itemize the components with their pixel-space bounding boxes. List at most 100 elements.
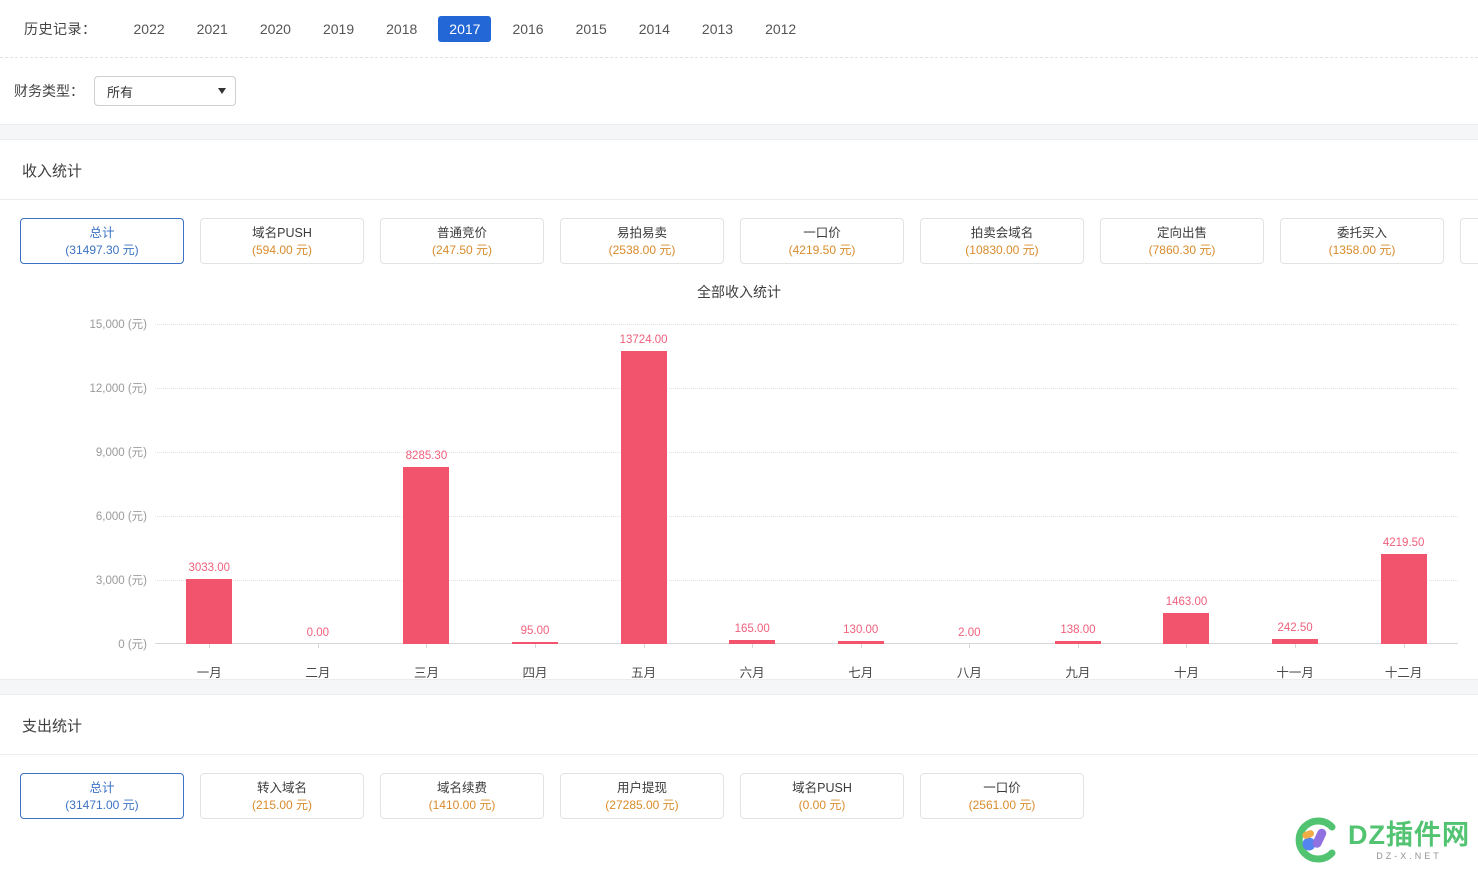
x-axis-tickmark — [209, 644, 211, 648]
x-axis-tickmark — [317, 644, 319, 648]
bar-slot-二月[interactable]: 0.00 — [264, 324, 373, 648]
bar-slot-一月[interactable]: 3033.00 — [155, 324, 264, 648]
income-card-8[interactable] — [1460, 218, 1478, 264]
x-axis-label: 八月 — [956, 666, 982, 680]
year-tab-2019[interactable]: 2019 — [312, 16, 365, 42]
year-tab-2022[interactable]: 2022 — [123, 16, 176, 42]
finance-type-select[interactable]: 所有 — [94, 76, 236, 106]
income-card-1[interactable]: 域名PUSH (594.00 元) — [200, 218, 364, 264]
income-card-value: (1358.00 元) — [1328, 242, 1396, 257]
expense-card-3[interactable]: 用户提现 (27285.00 元) — [560, 773, 724, 819]
x-axis-label: 五月 — [631, 666, 657, 680]
expense-card-5[interactable]: 一口价 (2561.00 元) — [920, 773, 1084, 819]
bar-value-label: 2.00 — [958, 626, 981, 639]
expense-card-value: (31471.00 元) — [65, 797, 139, 812]
bar-slot-三月[interactable]: 8285.30 — [372, 324, 481, 648]
expense-card-value: (1410.00 元) — [428, 797, 496, 812]
dz-logo-icon — [1295, 817, 1336, 863]
expense-section-title: 支出统计 — [0, 695, 1478, 755]
bar-value-label: 165.00 — [734, 623, 770, 636]
income-card-value: (31497.30 元) — [65, 242, 139, 257]
x-axis-label: 一月 — [196, 666, 222, 680]
filter-bar: 财务类型： 所有 — [0, 58, 1478, 124]
income-card-3[interactable]: 易拍易卖 (2538.00 元) — [560, 218, 724, 264]
chevron-down-icon — [218, 88, 226, 94]
expense-card-4[interactable]: 域名PUSH (0.00 元) — [740, 773, 904, 819]
bar-slot-五月[interactable]: 13724.00 — [589, 324, 698, 648]
income-card-5[interactable]: 拍卖会域名 (10830.00 元) — [920, 218, 1084, 264]
income-card-name: 委托买入 — [1336, 225, 1387, 240]
x-axis-tickmark — [1295, 644, 1297, 648]
financial-statistics-page: 历史记录： 2022 2021 2020 2019 2018 2017 2016 2015 20… — [0, 0, 1478, 878]
expense-card-name: 总计 — [89, 780, 115, 795]
income-card-7[interactable]: 委托买入 (1358.00 元) — [1280, 218, 1444, 264]
income-card-value: (2538.00 元) — [608, 242, 676, 257]
expense-cards-row: 总计 (31471.00 元) 转入域名 (215.00 元) 域名续费 (1410.00… — [0, 755, 1478, 819]
watermark-sub-text: DZ-X.NET — [1376, 850, 1442, 861]
bar[interactable] — [403, 467, 450, 644]
bar-value-label: 1463.00 — [1165, 595, 1208, 608]
x-axis-tickmark — [860, 644, 862, 648]
income-card-name: 域名PUSH — [252, 225, 312, 240]
expense-card-value: (215.00 元) — [251, 797, 313, 812]
income-card-name: 拍卖会域名 — [970, 225, 1034, 240]
income-card-name: 易拍易卖 — [616, 225, 667, 240]
expense-card-1[interactable]: 转入域名 (215.00 元) — [200, 773, 364, 819]
bar-slot-四月[interactable]: 95.00 — [481, 324, 590, 648]
site-watermark: DZ插件网 DZ-X.NET — [1288, 816, 1470, 864]
expense-section-band — [0, 679, 1478, 695]
year-tab-2021[interactable]: 2021 — [186, 16, 239, 42]
expense-card-name: 域名PUSH — [792, 780, 852, 795]
bar-value-label: 130.00 — [843, 624, 879, 637]
bar[interactable] — [1163, 612, 1210, 644]
bar[interactable] — [186, 579, 233, 644]
bar[interactable] — [620, 351, 667, 644]
history-label: 历史记录： — [24, 20, 97, 37]
bar-slot-六月[interactable]: 165.00 — [698, 324, 807, 648]
expense-card-2[interactable]: 域名续费 (1410.00 元) — [380, 773, 544, 819]
bar-slot-十二月[interactable]: 4219.50 — [1349, 324, 1458, 648]
expense-card-value: (27285.00 元) — [605, 797, 679, 812]
year-tab-2015[interactable]: 2015 — [565, 16, 618, 42]
income-card-name: 总计 — [89, 225, 115, 240]
chart-title: 全部收入统计 — [697, 284, 781, 300]
bar-value-label: 138.00 — [1060, 624, 1096, 637]
year-tab-2013[interactable]: 2013 — [691, 16, 744, 42]
bar-slot-十一月[interactable]: 242.50 — [1241, 324, 1350, 648]
watermark-main-text: DZ插件网 — [1348, 819, 1470, 850]
history-year-bar: 历史记录： 2022 2021 2020 2019 2018 2017 2016 2015 20… — [0, 0, 1478, 58]
bar-slot-九月[interactable]: 138.00 — [1024, 324, 1133, 648]
income-section-band — [0, 124, 1478, 140]
income-card-6[interactable]: 定向出售 (7860.30 元) — [1100, 218, 1264, 264]
income-card-4[interactable]: 一口价 (4219.50 元) — [740, 218, 904, 264]
income-card-0[interactable]: 总计 (31497.30 元) — [20, 218, 184, 264]
x-axis-label: 六月 — [739, 666, 765, 680]
year-tab-2017[interactable]: 2017 — [438, 15, 492, 42]
bar-slot-十月[interactable]: 1463.00 — [1132, 324, 1241, 648]
income-card-value: (247.50 元) — [431, 242, 493, 257]
year-tab-2018[interactable]: 2018 — [375, 16, 428, 42]
finance-type-selected-value: 所有 — [107, 84, 134, 100]
x-axis-labels: 一月 二月 三月 四月 五月 六月 七月 八月 九月 十月 十一月 十二月 — [155, 662, 1458, 681]
bar-value-label: 242.50 — [1277, 621, 1313, 634]
income-card-value: (10830.00 元) — [965, 242, 1039, 257]
x-axis-label: 四月 — [522, 666, 548, 680]
income-cards-row: 总计 (31497.30 元) 域名PUSH (594.00 元) 普通竞价 (247.5… — [0, 200, 1478, 264]
year-tab-2020[interactable]: 2020 — [249, 16, 302, 42]
expense-card-value: (0.00 元) — [798, 797, 846, 812]
bar-slot-七月[interactable]: 130.00 — [806, 324, 915, 648]
bar-series: 3033.00 0.00 8285.30 95.00 13724.00 165.00 130… — [155, 324, 1458, 648]
income-card-2[interactable]: 普通竞价 (247.50 元) — [380, 218, 544, 264]
year-tab-2014[interactable]: 2014 — [628, 16, 681, 42]
x-axis-label: 十二月 — [1384, 666, 1423, 680]
bar-slot-八月[interactable]: 2.00 — [915, 324, 1024, 648]
year-tab-2012[interactable]: 2012 — [754, 16, 807, 42]
y-axis-tick-label: 0 (元) — [118, 639, 147, 651]
bar[interactable] — [1380, 553, 1427, 644]
income-card-name: 普通竞价 — [436, 225, 487, 240]
expense-card-0[interactable]: 总计 (31471.00 元) — [20, 773, 184, 819]
income-card-name: 一口价 — [803, 225, 841, 240]
income-card-value: (7860.30 元) — [1148, 242, 1216, 257]
year-tab-2016[interactable]: 2016 — [501, 16, 554, 42]
x-axis-tickmark — [426, 644, 428, 648]
